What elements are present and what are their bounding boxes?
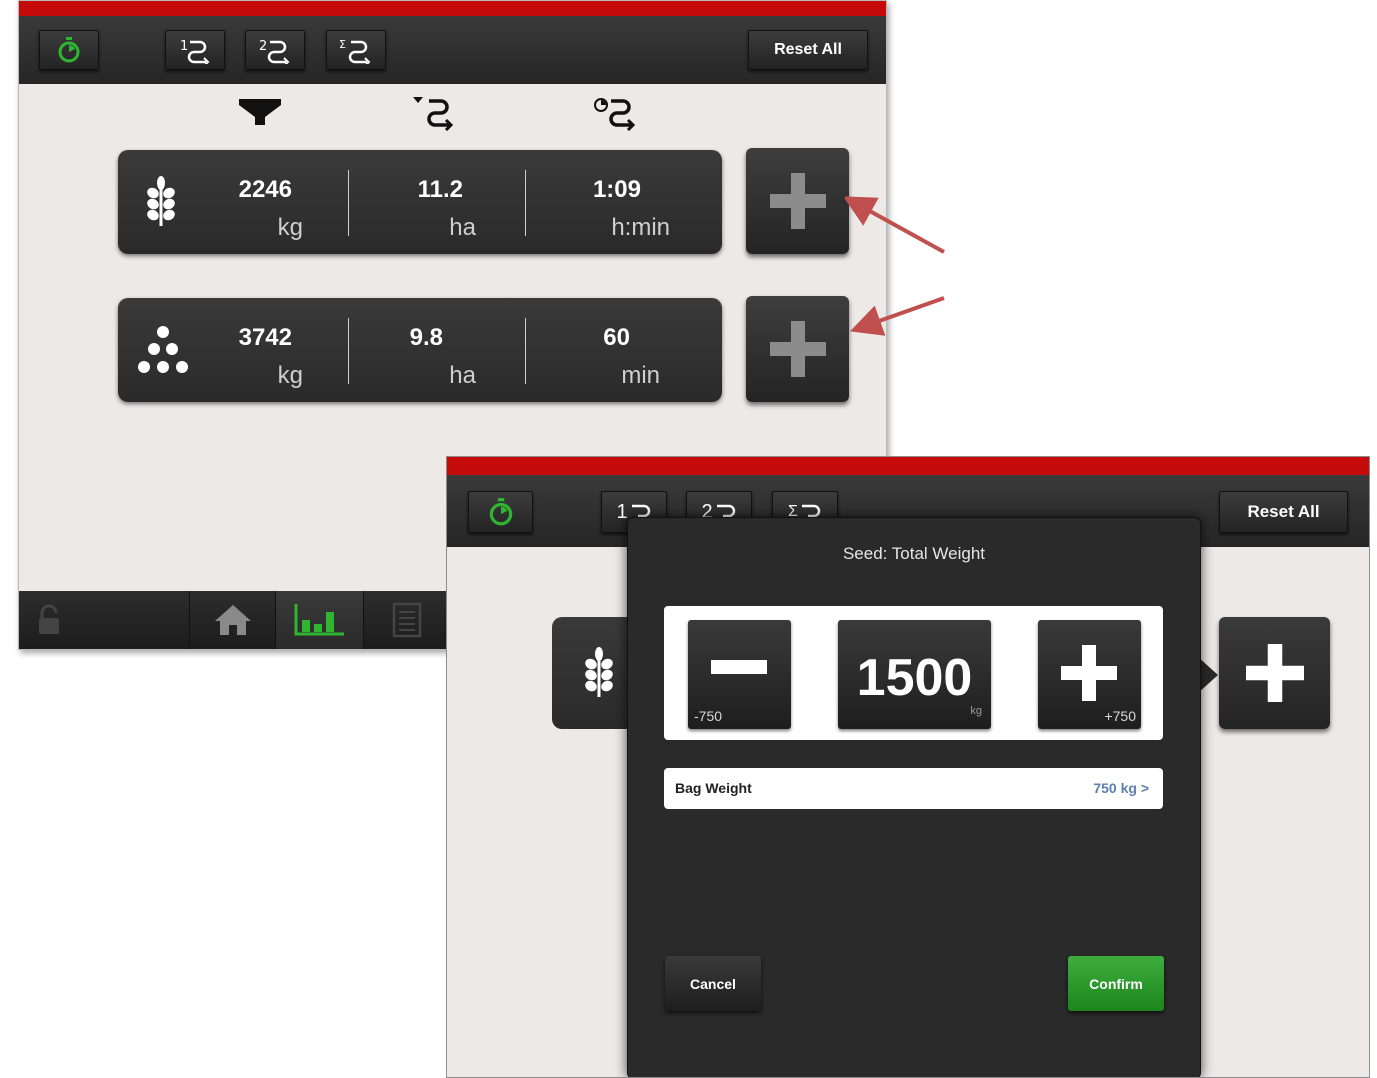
wheat-icon — [147, 176, 175, 226]
timer-button[interactable] — [39, 30, 99, 70]
home-icon — [215, 605, 251, 635]
lock-icon — [39, 604, 59, 634]
weight-value-display[interactable]: 1500 kg — [838, 620, 991, 729]
document-button[interactable] — [363, 591, 450, 649]
dialog-title: Seed: Total Weight — [842, 544, 986, 563]
area-value: 11.2 — [417, 176, 463, 203]
add-seeds-button[interactable] — [746, 296, 849, 402]
minus-icon — [711, 660, 767, 674]
toolbar: 1 2 Σ Reset All — [19, 16, 886, 84]
plus-icon — [1245, 644, 1304, 702]
lock-button[interactable] — [19, 591, 189, 649]
seeds-icon — [138, 326, 188, 373]
weight-value: 2246 — [238, 176, 292, 203]
counter-1-button[interactable]: 1 — [165, 30, 225, 70]
svg-text:2: 2 — [259, 39, 267, 54]
counter-row-seeds[interactable]: 3742 kg 9.8 ha 60 min — [118, 298, 722, 402]
document-icon — [392, 602, 422, 638]
area-unit: ha — [449, 362, 476, 389]
counter-2-button[interactable]: 2 — [245, 30, 305, 70]
time-unit: min — [621, 362, 660, 389]
increment-amount: +750 — [1104, 708, 1136, 724]
plus-icon — [1061, 645, 1117, 701]
bag-weight-value: 750 kg > — [1093, 780, 1149, 796]
statistics-button[interactable] — [275, 591, 364, 649]
svg-text:Σ: Σ — [339, 38, 346, 51]
confirm-button[interactable]: Confirm — [1068, 956, 1164, 1011]
dialog-pointer — [1198, 657, 1218, 693]
brand-bar — [447, 457, 1369, 475]
arrow-to-first-plus — [845, 196, 945, 254]
time-value: 60 — [603, 324, 630, 351]
counter-row-wheat[interactable]: 2246 kg 11.2 ha 1:09 h:min — [118, 150, 722, 254]
area-counter-icon — [413, 97, 454, 131]
decrement-amount: -750 — [694, 708, 723, 724]
counter-2-icon: 2 — [259, 39, 290, 64]
weight-stepper: -750 1500 kg +750 — [664, 606, 1163, 740]
counter-1-label: 1 — [616, 500, 628, 523]
bag-weight-label: Bag Weight — [675, 780, 752, 796]
weight-unit: kg — [970, 705, 982, 717]
chart-icon — [294, 604, 344, 636]
decrement-button[interactable]: -750 — [688, 620, 791, 729]
annotation-arrows — [845, 196, 945, 336]
bag-weight-row[interactable]: Bag Weight 750 kg > — [664, 768, 1163, 809]
reset-all-button[interactable]: Reset All — [1219, 491, 1348, 533]
time-counter-icon — [594, 98, 636, 131]
plus-icon — [769, 321, 826, 377]
brand-bar — [19, 1, 886, 16]
home-button[interactable] — [189, 591, 276, 649]
add-wheat-button[interactable] — [746, 148, 849, 254]
timer-button[interactable] — [468, 491, 533, 533]
weight-unit: kg — [277, 362, 303, 389]
weight-value: 1500 — [856, 649, 973, 707]
counter-sum-icon: Σ — [339, 38, 371, 64]
counter-1-icon: 1 — [180, 39, 210, 64]
weight-value: 3742 — [238, 324, 292, 351]
divider — [525, 170, 526, 236]
total-weight-dialog: Seed: Total Weight -750 1500 kg +750 Bag… — [627, 517, 1201, 1077]
svg-text:1: 1 — [180, 39, 188, 54]
wheat-icon — [585, 647, 613, 697]
divider — [348, 170, 349, 236]
arrow-to-second-plus — [849, 296, 945, 336]
weight-dialog-screen: 1 2 Σ Reset All Seed: Total Weight -750 … — [446, 456, 1370, 1078]
plus-icon — [769, 173, 826, 229]
counter-sum-button[interactable]: Σ — [326, 30, 386, 70]
time-unit: h:min — [611, 214, 670, 241]
stopwatch-icon — [58, 37, 80, 63]
weight-unit: kg — [277, 214, 303, 241]
hopper-icon — [239, 99, 281, 125]
area-value: 9.8 — [409, 324, 443, 351]
divider — [525, 318, 526, 384]
reset-all-button[interactable]: Reset All — [748, 30, 868, 70]
area-unit: ha — [449, 214, 476, 241]
increment-button[interactable]: +750 — [1038, 620, 1141, 729]
cancel-button[interactable]: Cancel — [665, 956, 761, 1011]
stopwatch-icon — [489, 498, 512, 526]
add-wheat-button[interactable] — [1219, 617, 1330, 729]
divider — [348, 318, 349, 384]
time-value: 1:09 — [592, 176, 641, 203]
